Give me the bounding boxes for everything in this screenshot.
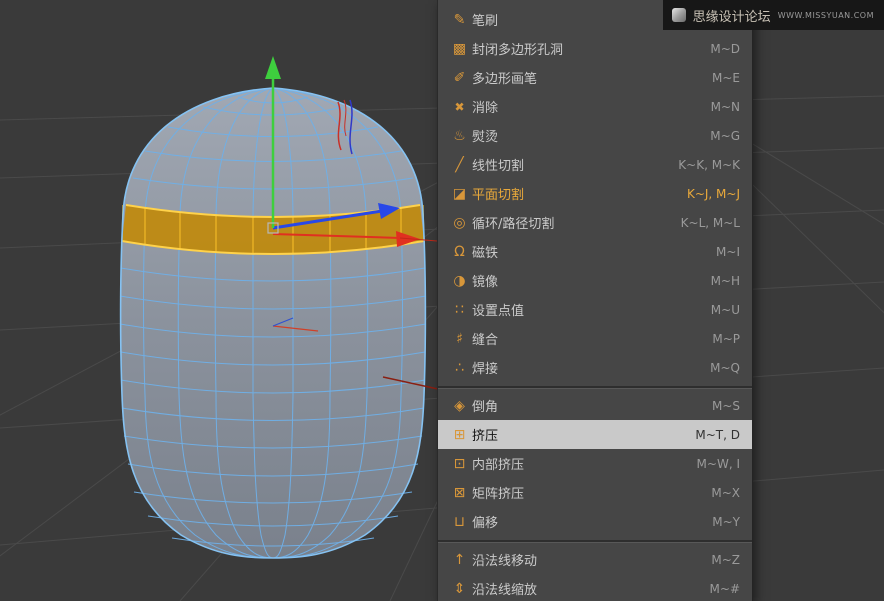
watermark: 思缘设计论坛 WWW.MISSYUAN.COM <box>663 0 884 30</box>
menu-item-scale-along-normals[interactable]: 沿法线缩放 M~# <box>438 574 752 601</box>
polygon-pen-icon <box>447 71 472 85</box>
close-polygon-hole-icon <box>447 42 472 56</box>
move-along-normals-icon <box>447 553 472 567</box>
set-point-value-icon <box>447 303 472 317</box>
menu-item-stitch[interactable]: 缝合 M~P <box>438 324 752 353</box>
menu-item-set-point-value[interactable]: 设置点值 M~U <box>438 295 752 324</box>
menu-item-matrix-extrude[interactable]: 矩阵挤压 M~X <box>438 478 752 507</box>
context-menu: 笔刷 M~C 封闭多边形孔洞 M~D 多边形画笔 M~E 消除 M~N 熨烫 M… <box>437 0 753 601</box>
app-window: 笔刷 M~C 封闭多边形孔洞 M~D 多边形画笔 M~E 消除 M~N 熨烫 M… <box>0 0 884 601</box>
watermark-site-name: 思缘设计论坛 <box>693 6 771 25</box>
inner-extrude-icon <box>447 457 472 471</box>
extrude-icon <box>447 428 472 442</box>
watermark-logo-icon <box>672 8 686 22</box>
menu-item-inner-extrude[interactable]: 内部挤压 M~W, I <box>438 449 752 478</box>
menu-item-line-cut[interactable]: 线性切割 K~K, M~K <box>438 150 752 179</box>
menu-item-iron[interactable]: 熨烫 M~G <box>438 121 752 150</box>
watermark-site-url: WWW.MISSYUAN.COM <box>778 11 874 20</box>
magnet-icon <box>447 245 472 259</box>
matrix-extrude-icon <box>447 486 472 500</box>
line-cut-icon <box>447 158 472 172</box>
menu-item-weld[interactable]: 焊接 M~Q <box>438 353 752 382</box>
menu-item-extrude[interactable]: 挤压 M~T, D <box>438 420 752 449</box>
dissolve-icon <box>447 100 472 114</box>
menu-item-bevel[interactable]: 倒角 M~S <box>438 391 752 420</box>
scale-along-normals-icon <box>447 582 472 596</box>
brush-icon <box>447 13 472 27</box>
menu-separator <box>438 536 752 545</box>
plane-cut-icon <box>447 187 472 201</box>
mirror-icon <box>447 274 472 288</box>
loop-path-cut-icon <box>447 216 472 230</box>
menu-item-mirror[interactable]: 镜像 M~H <box>438 266 752 295</box>
offset-icon <box>447 515 472 529</box>
menu-item-move-along-normals[interactable]: 沿法线移动 M~Z <box>438 545 752 574</box>
menu-separator <box>438 382 752 391</box>
menu-item-loop-path-cut[interactable]: 循环/路径切割 K~L, M~L <box>438 208 752 237</box>
menu-item-dissolve[interactable]: 消除 M~N <box>438 92 752 121</box>
menu-item-polygon-pen[interactable]: 多边形画笔 M~E <box>438 63 752 92</box>
menu-item-offset[interactable]: 偏移 M~Y <box>438 507 752 536</box>
bevel-icon <box>447 399 472 413</box>
menu-item-plane-cut[interactable]: 平面切割 K~J, M~J <box>438 179 752 208</box>
weld-icon <box>447 361 472 375</box>
stitch-icon <box>447 332 472 346</box>
menu-item-magnet[interactable]: 磁铁 M~I <box>438 237 752 266</box>
iron-icon <box>447 129 472 143</box>
menu-item-close-polygon-hole[interactable]: 封闭多边形孔洞 M~D <box>438 34 752 63</box>
